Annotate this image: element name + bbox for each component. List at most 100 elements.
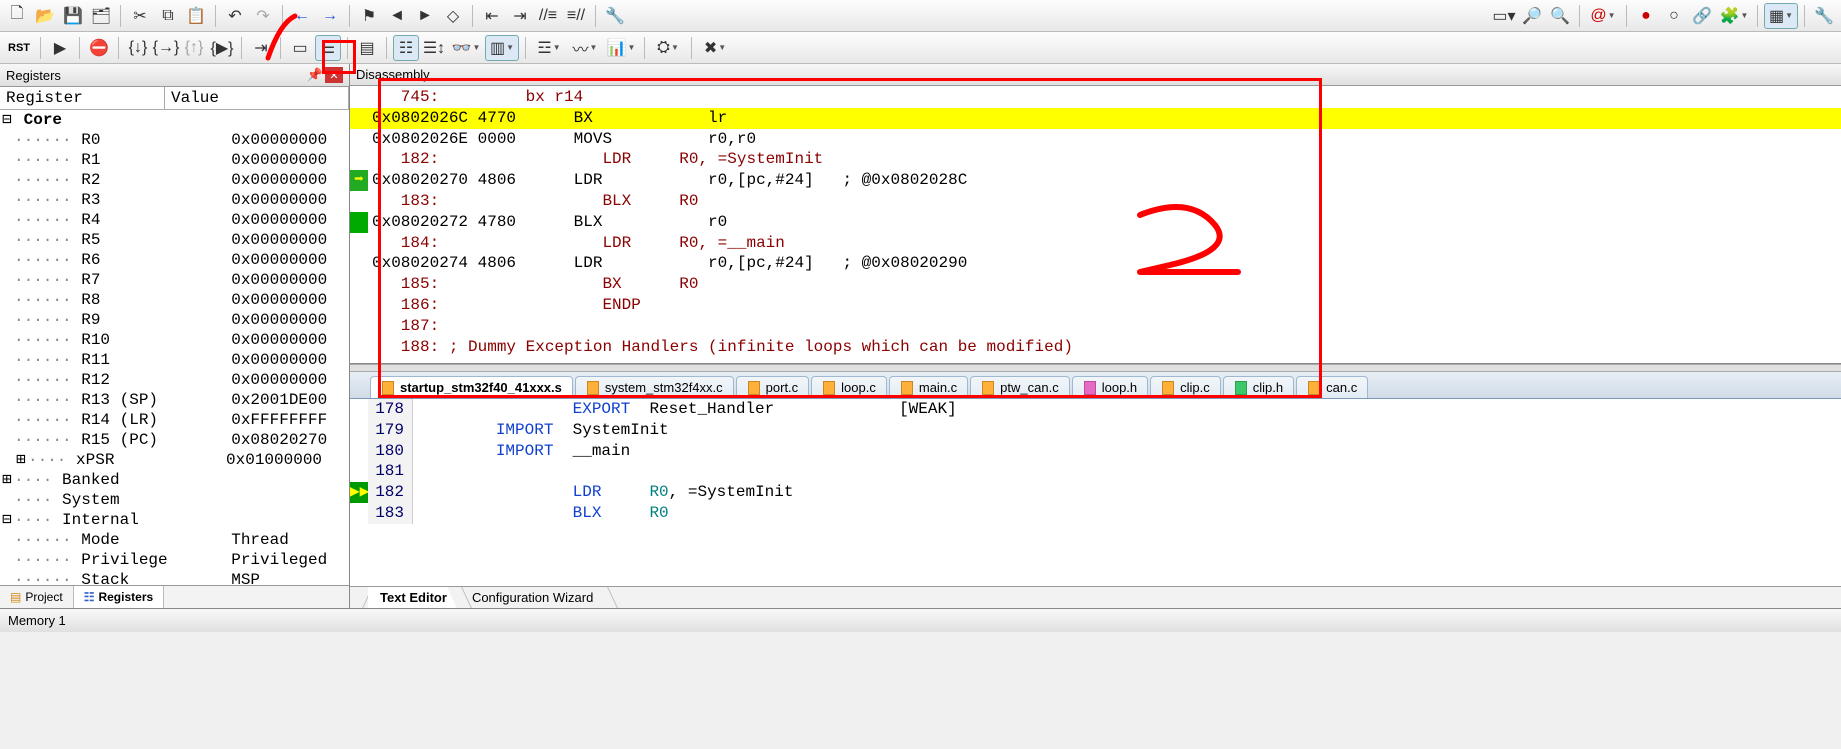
find-text-icon[interactable]: 🔎 xyxy=(1519,3,1545,29)
register-row[interactable]: ······ R0 0x00000000 xyxy=(0,130,349,150)
editor-tab[interactable]: clip.c xyxy=(1150,376,1221,398)
editor-tab[interactable]: ptw_can.c xyxy=(970,376,1070,398)
disassembly-line[interactable]: .0x08020272 4780 BLX r0 xyxy=(350,212,1841,233)
record-empty-icon[interactable]: ○ xyxy=(1661,3,1687,29)
editor-tab[interactable]: clip.h xyxy=(1223,376,1294,398)
bookmark-prev-icon[interactable]: ◄ xyxy=(384,3,410,29)
disassembly-window-icon[interactable]: ☰ xyxy=(315,35,341,61)
copy-icon[interactable]: ⧉ xyxy=(155,3,181,29)
indent-icon[interactable]: ⇥ xyxy=(507,3,533,29)
register-row[interactable]: ⊞···· xPSR 0x01000000 xyxy=(0,450,349,470)
register-row[interactable]: ······ R12 0x00000000 xyxy=(0,370,349,390)
close-panel-button[interactable]: ✕ xyxy=(325,67,343,83)
register-row[interactable]: ······ Privilege Privileged xyxy=(0,550,349,570)
configure-target-icon[interactable]: 🔧 xyxy=(602,3,628,29)
disassembly-line[interactable]: 185: BX R0 xyxy=(350,274,1841,295)
bookmark-flag-icon[interactable]: ⚑ xyxy=(356,3,382,29)
bookmark-next-icon[interactable]: ► xyxy=(412,3,438,29)
register-row[interactable]: ······ R4 0x00000000 xyxy=(0,210,349,230)
registers-window-icon[interactable]: ☷ xyxy=(393,35,419,61)
register-row[interactable]: ······ R8 0x00000000 xyxy=(0,290,349,310)
analysis-window-icon[interactable]: 〰▼ xyxy=(568,35,602,61)
debug-at-icon[interactable]: @▼ xyxy=(1586,3,1620,29)
disassembly-line[interactable]: 187: xyxy=(350,316,1841,337)
left-tab-registers[interactable]: ☷Registers xyxy=(74,586,164,608)
puzzle-icon[interactable]: 🧩▼ xyxy=(1717,3,1751,29)
register-row[interactable]: ······ R2 0x00000000 xyxy=(0,170,349,190)
disassembly-line[interactable]: 186: ENDP xyxy=(350,295,1841,316)
register-row[interactable]: ······ Mode Thread xyxy=(0,530,349,550)
call-stack-window-icon[interactable]: ☰↕ xyxy=(421,35,447,61)
bookmark-clear-icon[interactable]: ◇ xyxy=(440,3,466,29)
disassembly-line[interactable]: 182: LDR R0, =SystemInit xyxy=(350,149,1841,170)
wrench-icon[interactable]: 🔧 xyxy=(1811,3,1837,29)
disassembly-line[interactable]: 0x0802026C 4770 BX lr xyxy=(350,108,1841,129)
register-row[interactable]: ······ R7 0x00000000 xyxy=(0,270,349,290)
editor-tab[interactable]: main.c xyxy=(889,376,968,398)
register-row[interactable]: ······ Stack MSP xyxy=(0,570,349,585)
disassembly-line[interactable]: 0x08020274 4806 LDR r0,[pc,#24] ; @0x080… xyxy=(350,253,1841,274)
find-in-files-icon[interactable]: 🔍 xyxy=(1547,3,1573,29)
save-icon[interactable]: 💾 xyxy=(60,3,86,29)
editor-tab[interactable]: can.c xyxy=(1296,376,1368,398)
disassembly-line[interactable]: ➡0x08020270 4806 LDR r0,[pc,#24] ; @0x08… xyxy=(350,170,1841,191)
register-row[interactable]: ······ R6 0x00000000 xyxy=(0,250,349,270)
editor-tab[interactable]: system_stm32f4xx.c xyxy=(575,376,734,398)
layout-icon[interactable]: ▦▼ xyxy=(1764,3,1798,29)
register-row[interactable]: ······ R14 (LR) 0xFFFFFFFF xyxy=(0,410,349,430)
cut-icon[interactable]: ✂ xyxy=(127,3,153,29)
register-row[interactable]: ⊟···· Internal xyxy=(0,510,349,530)
command-window-icon[interactable]: ▭ xyxy=(287,35,313,61)
step-over-icon[interactable]: {→} xyxy=(153,35,179,61)
toolbox-icon[interactable]: ✖▼ xyxy=(698,35,732,61)
register-row[interactable]: ······ R15 (PC) 0x08020270 xyxy=(0,430,349,450)
registers-col-name[interactable]: Register xyxy=(0,87,165,109)
register-row[interactable]: ······ R3 0x00000000 xyxy=(0,190,349,210)
disassembly-line[interactable]: 0x0802026E 0000 MOVS r0,r0 xyxy=(350,129,1841,150)
registers-tree[interactable]: ⊟ Core ······ R0 0x00000000 ······ R1 0x… xyxy=(0,110,349,585)
record-icon[interactable]: ● xyxy=(1633,3,1659,29)
undo-icon[interactable]: ↶ xyxy=(222,3,248,29)
paste-icon[interactable]: 📋 xyxy=(183,3,209,29)
link-icon[interactable]: 🔗 xyxy=(1689,3,1715,29)
editor-line[interactable]: 180 IMPORT __main xyxy=(350,441,1841,462)
disassembly-line[interactable]: 184: LDR R0, =__main xyxy=(350,233,1841,254)
trace-window-icon[interactable]: 📊▼ xyxy=(604,35,638,61)
open-folder-icon[interactable]: 📂 xyxy=(32,3,58,29)
register-row[interactable]: ···· System xyxy=(0,490,349,510)
editor-tab[interactable]: port.c xyxy=(736,376,810,398)
new-file-icon[interactable]: 🗋 xyxy=(4,3,30,29)
register-row[interactable]: ⊟ Core xyxy=(0,110,349,130)
run-icon[interactable]: ▶ xyxy=(47,35,73,61)
editor-line[interactable]: 181 xyxy=(350,461,1841,482)
register-row[interactable]: ······ R5 0x00000000 xyxy=(0,230,349,250)
editor-line[interactable]: 179 IMPORT SystemInit xyxy=(350,420,1841,441)
editor-body[interactable]: 178 EXPORT Reset_Handler [WEAK] 179 IMPO… xyxy=(350,399,1841,586)
save-all-icon[interactable]: 🗂 xyxy=(88,3,114,29)
find-combo[interactable]: ▭▾ xyxy=(1491,3,1517,29)
disassembly-line[interactable]: 188: ; Dummy Exception Handlers (infinit… xyxy=(350,337,1841,358)
editor-tab[interactable]: loop.c xyxy=(811,376,887,398)
outdent-icon[interactable]: ⇤ xyxy=(479,3,505,29)
left-tab-project[interactable]: ▤Project xyxy=(0,586,74,608)
register-row[interactable]: ······ R9 0x00000000 xyxy=(0,310,349,330)
serial-window-icon[interactable]: ☲▼ xyxy=(532,35,566,61)
reset-cpu-button[interactable]: RST xyxy=(4,35,34,61)
disassembly-body[interactable]: 745: bx r14 0x0802026C 4770 BX lr 0x0802… xyxy=(350,86,1841,363)
watch-window-icon[interactable]: 👓▼ xyxy=(449,35,483,61)
editor-line[interactable]: ▶▶182 LDR R0, =SystemInit xyxy=(350,482,1841,503)
register-row[interactable]: ······ R13 (SP) 0x2001DE00 xyxy=(0,390,349,410)
step-into-icon[interactable]: {↓} xyxy=(125,35,151,61)
pin-icon[interactable]: 📌 xyxy=(307,67,323,83)
system-viewer-icon[interactable]: ⛭▼ xyxy=(651,35,685,61)
show-next-icon[interactable]: ⇥ xyxy=(248,35,274,61)
editor-bottom-tab[interactable]: Text Editor xyxy=(368,587,460,608)
disassembly-line[interactable]: 745: bx r14 xyxy=(350,87,1841,108)
uncomment-icon[interactable]: ≡// xyxy=(563,3,589,29)
editor-bottom-tab[interactable]: Configuration Wizard xyxy=(460,587,606,608)
run-to-cursor-icon[interactable]: {▶} xyxy=(209,35,235,61)
stop-icon[interactable]: ⛔ xyxy=(86,35,112,61)
back-arrow-icon[interactable]: ← xyxy=(289,3,315,29)
registers-col-value[interactable]: Value xyxy=(165,87,349,109)
editor-line[interactable]: 183 BLX R0 xyxy=(350,503,1841,524)
